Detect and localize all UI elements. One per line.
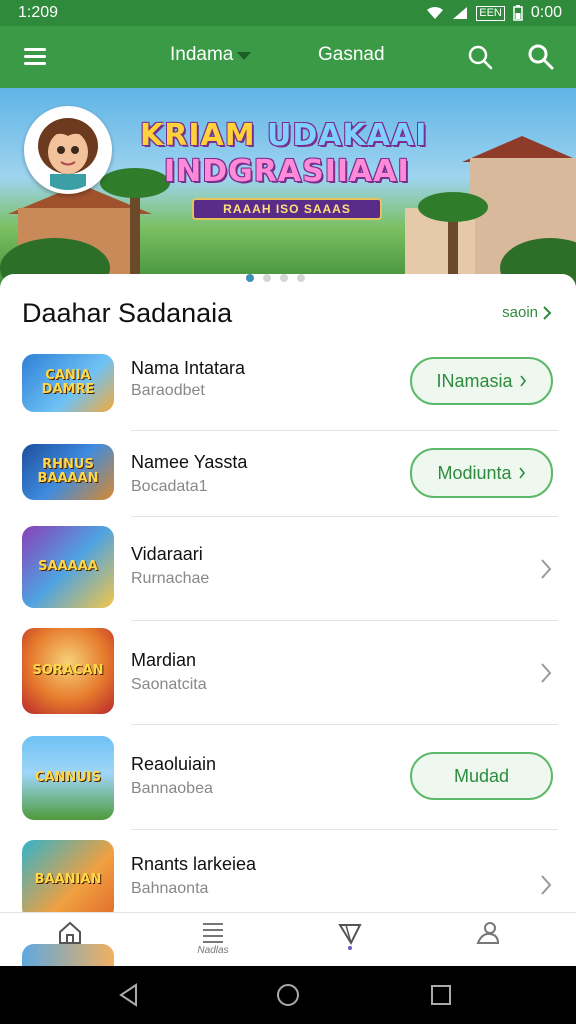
system-navigation-bar bbox=[0, 966, 576, 1024]
search-icon[interactable] bbox=[465, 42, 495, 72]
nav-list[interactable]: Nadlas bbox=[183, 919, 243, 965]
status-time: 1:209 bbox=[18, 4, 59, 21]
carousel-dot[interactable] bbox=[246, 274, 254, 282]
banner-title-line2: INDGRASIIAAI bbox=[164, 154, 410, 189]
battery-icon bbox=[513, 5, 523, 21]
divider bbox=[131, 430, 558, 431]
status-bar: 1:209 EEN 0:00 bbox=[0, 0, 576, 26]
item-action-button[interactable]: Mudad bbox=[410, 752, 553, 800]
status-icons: EEN 0:00 bbox=[426, 4, 562, 22]
game-thumbnail: BAANIAN bbox=[22, 840, 114, 920]
item-subtitle: Bocadata1 bbox=[131, 478, 208, 495]
divider bbox=[131, 620, 558, 621]
item-name: Nama Intatara bbox=[131, 358, 246, 378]
recents-icon[interactable] bbox=[428, 982, 454, 1008]
carousel-indicator bbox=[246, 274, 305, 282]
content-sheet: Daahar Sadanaia saoin CANIA DAMRE Nama I… bbox=[0, 274, 576, 924]
carousel-dot[interactable] bbox=[297, 274, 305, 282]
nav-profile[interactable] bbox=[458, 919, 518, 965]
list-item[interactable]: SAAAAA Vidaraari Rurnachae bbox=[0, 524, 576, 616]
action-label: Modiunta bbox=[437, 462, 512, 483]
character-avatar bbox=[24, 106, 112, 194]
dropdown-label: Indama bbox=[170, 44, 234, 65]
item-subtitle: Baraodbet bbox=[131, 382, 205, 399]
item-name: Namee Yassta bbox=[131, 452, 248, 472]
list-item[interactable]: RHNUS BAAAAN Namee Yassta Bocadata1 Modi… bbox=[0, 440, 576, 518]
game-thumbnail: SORACAN bbox=[22, 628, 114, 714]
battery-label: EEN bbox=[476, 5, 505, 21]
chevron-right-icon bbox=[543, 305, 552, 320]
section-title: Daahar Sadanaia bbox=[22, 298, 233, 328]
list-item[interactable]: BAANIAN Rnants larkeiea Bahnaonta bbox=[0, 838, 576, 920]
divider bbox=[131, 516, 558, 517]
item-action-button[interactable]: INamasia bbox=[410, 357, 553, 405]
item-name: Reaoluiain bbox=[131, 754, 217, 774]
home-circle-icon[interactable] bbox=[275, 982, 301, 1008]
secondary-tab[interactable]: Gasnad bbox=[318, 44, 385, 66]
dropdown-arrow-icon bbox=[237, 52, 252, 60]
chevron-right-icon bbox=[519, 375, 526, 387]
action-label: Mudad bbox=[453, 765, 510, 786]
chevron-right-icon[interactable] bbox=[540, 662, 552, 684]
nav-explore[interactable] bbox=[320, 919, 380, 965]
see-all-link[interactable]: saoin bbox=[502, 304, 552, 321]
item-name: Mardian bbox=[131, 650, 197, 670]
chevron-right-icon bbox=[518, 467, 525, 479]
item-name: Rnants larkeiea bbox=[131, 854, 257, 874]
status-clock: 0:00 bbox=[530, 4, 562, 21]
game-thumbnail: SAAAAA bbox=[22, 526, 114, 608]
item-subtitle: Saonatcita bbox=[131, 676, 207, 693]
search-alt-icon[interactable] bbox=[526, 42, 556, 72]
item-action-button[interactable]: Modiunta bbox=[410, 448, 553, 498]
promo-banner[interactable]: KRIAM UDAKAAI INDGRASIIAAI RAAAH ISO SAA… bbox=[0, 88, 576, 288]
divider bbox=[131, 829, 558, 830]
banner-title-line1: KRIAM UDAKAAI bbox=[140, 118, 428, 153]
item-subtitle: Bannaobea bbox=[131, 780, 213, 797]
list-item[interactable]: CANIA DAMRE Nama Intatara Baraodbet INam… bbox=[0, 352, 576, 430]
carousel-dot[interactable] bbox=[280, 274, 288, 282]
game-thumbnail: CANNUIS bbox=[22, 736, 114, 820]
category-dropdown[interactable]: Indama bbox=[170, 44, 252, 66]
list-item[interactable]: SORACAN Mardian Saonatcita bbox=[0, 626, 576, 718]
profile-icon bbox=[476, 922, 500, 944]
action-label: INamasia bbox=[436, 370, 513, 391]
carousel-dot[interactable] bbox=[263, 274, 271, 282]
home-icon bbox=[59, 921, 81, 944]
character-face-icon bbox=[28, 110, 108, 190]
game-thumbnail: RHNUS BAAAAN bbox=[22, 444, 114, 500]
wifi-icon bbox=[427, 6, 444, 19]
signal-icon bbox=[453, 7, 468, 19]
game-thumbnail: CANIA DAMRE bbox=[22, 354, 114, 412]
item-subtitle: Bahnaonta bbox=[131, 880, 209, 897]
app-screen: 1:209 EEN 0:00 Indama Gasnad KRIAM UDAKA… bbox=[0, 0, 576, 1024]
divider bbox=[131, 724, 558, 725]
menu-icon[interactable] bbox=[22, 44, 54, 70]
nav-list-label: Nadlas bbox=[197, 945, 229, 956]
list-item[interactable]: CANNUIS Reaoluiain Bannaobea Mudad bbox=[0, 734, 576, 824]
back-icon[interactable] bbox=[116, 982, 142, 1008]
see-all-label: saoin bbox=[502, 304, 538, 321]
banner-ribbon: RAAAH ISO SAAAS bbox=[192, 198, 382, 220]
item-name: Vidaraari bbox=[131, 544, 203, 564]
app-bar: Indama Gasnad bbox=[0, 26, 576, 88]
filter-funnel-icon bbox=[338, 924, 362, 950]
item-subtitle: Rurnachae bbox=[131, 570, 210, 587]
chevron-right-icon[interactable] bbox=[540, 874, 552, 896]
thumbnail-peek bbox=[22, 944, 114, 968]
chevron-right-icon[interactable] bbox=[540, 558, 552, 580]
list-icon bbox=[203, 923, 223, 943]
palm-frond bbox=[418, 192, 488, 222]
palm-frond bbox=[100, 168, 170, 198]
